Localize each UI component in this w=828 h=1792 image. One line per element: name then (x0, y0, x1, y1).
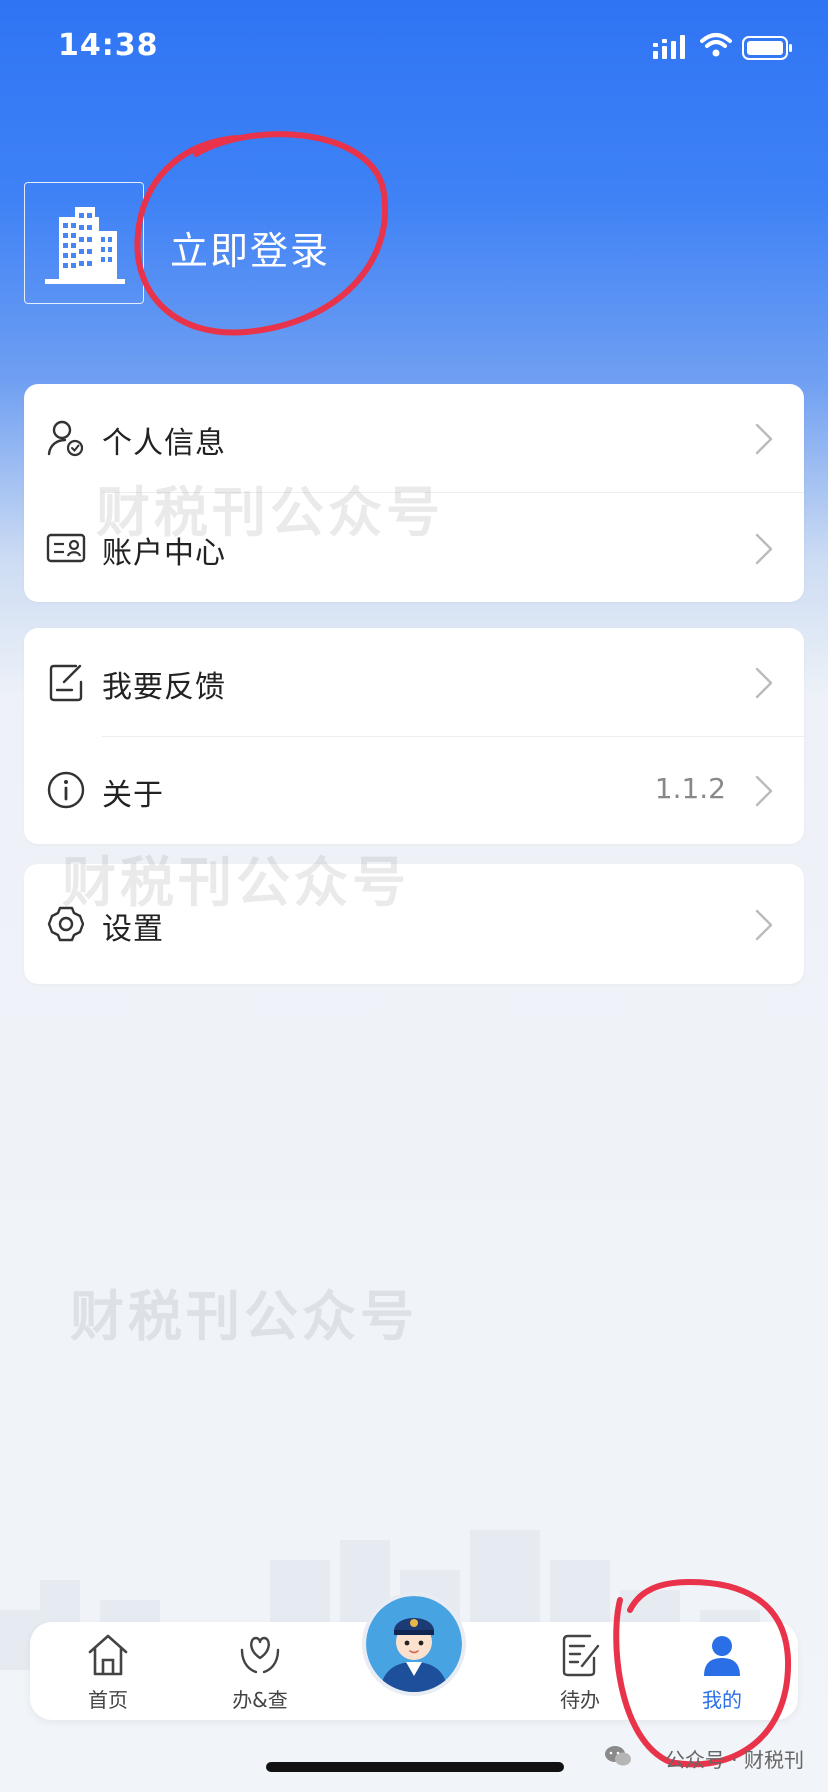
login-header: 立即登录 (24, 182, 524, 306)
footer-source-mark: 公众号 · 财税刊 (664, 1748, 804, 1772)
signal-icon (653, 35, 685, 59)
version-value: 1.1.2 (654, 772, 726, 805)
menu-item-label: 关于 (102, 778, 164, 813)
home-icon (88, 1634, 128, 1676)
assistant-avatar-button[interactable] (366, 1596, 462, 1692)
login-link[interactable]: 立即登录 (170, 220, 330, 275)
watermark-text: 财税刊公众号 (70, 1285, 418, 1348)
tab-handle-query[interactable]: 办&查 (200, 1622, 320, 1720)
tab-label: 我的 (702, 1688, 742, 1712)
feedback-edit-icon (49, 664, 83, 702)
avatar[interactable] (24, 182, 144, 304)
menu-item-label: 我要反馈 (102, 670, 226, 705)
tab-mine[interactable]: 我的 (662, 1622, 782, 1720)
chevron-right-icon (755, 423, 773, 455)
wifi-icon (700, 33, 732, 57)
tab-todo[interactable]: 待办 (520, 1622, 640, 1720)
menu-item-about[interactable]: 关于 1.1.2 (24, 736, 804, 844)
tab-label: 首页 (88, 1688, 128, 1712)
id-card-icon (46, 533, 86, 563)
heart-hands-icon (240, 1636, 280, 1674)
menu-card-support: 我要反馈 关于 1.1.2 (24, 628, 804, 844)
divider (102, 492, 804, 493)
tab-label: 办&查 (232, 1688, 288, 1712)
menu-item-account-center[interactable]: 账户中心 (24, 494, 804, 602)
chevron-right-icon (755, 667, 773, 699)
menu-item-settings[interactable]: 设置 (24, 870, 804, 978)
menu-item-label: 个人信息 (102, 426, 226, 461)
chevron-right-icon (755, 909, 773, 941)
user-check-icon (47, 420, 84, 457)
menu-item-feedback[interactable]: 我要反馈 (24, 628, 804, 736)
menu-item-personal-info[interactable]: 个人信息 (24, 384, 804, 492)
menu-item-label: 账户中心 (102, 536, 226, 571)
todo-note-icon (562, 1634, 600, 1677)
person-icon (704, 1636, 740, 1676)
menu-card-profile: 个人信息 账户中心 (24, 384, 804, 602)
info-icon (47, 771, 85, 809)
building-icon (45, 207, 125, 284)
wechat-icon (605, 1746, 631, 1766)
chevron-right-icon (755, 533, 773, 565)
home-indicator (266, 1762, 564, 1772)
tab-label: 待办 (560, 1688, 600, 1712)
chevron-right-icon (755, 775, 773, 807)
status-time: 14:38 (58, 28, 159, 63)
status-bar: 14:38 (0, 0, 828, 100)
menu-item-label: 设置 (102, 912, 164, 947)
battery-icon (742, 36, 792, 60)
gear-icon (47, 906, 85, 942)
assistant-avatar-icon (366, 1596, 462, 1692)
tab-home[interactable]: 首页 (48, 1622, 168, 1720)
menu-card-settings: 设置 (24, 864, 804, 984)
